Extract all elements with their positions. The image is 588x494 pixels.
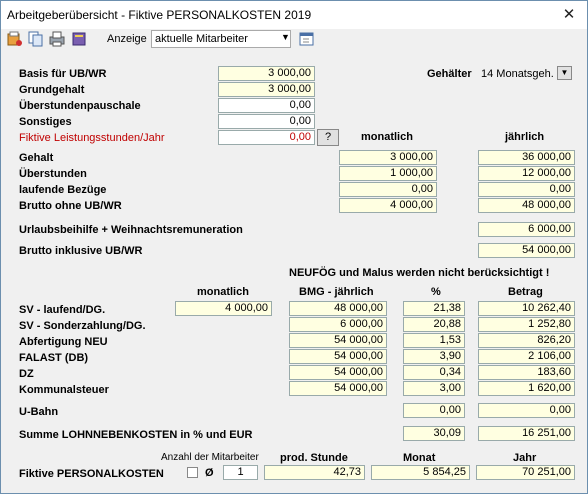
gehalt-monatlich-field: 3 000,00	[339, 150, 437, 165]
basis-field[interactable]: 3 000,00	[218, 66, 315, 81]
brutto-inkl-label: Brutto inklusive UB/WR	[19, 245, 143, 257]
dz-label: DZ	[19, 368, 34, 380]
ubahn-betrag-field: 0,00	[478, 403, 575, 418]
wizard-icon[interactable]	[7, 31, 23, 47]
abfertigung-pct-field: 1,53	[403, 333, 465, 348]
sv-laufend-monatlich-field: 4 000,00	[175, 301, 272, 316]
dz-pct-field: 0,34	[403, 365, 465, 380]
title-bar: Arbeitgeberübersicht - Fiktive PERSONALK…	[1, 1, 587, 29]
ueberstunden-monatlich-field: 1 000,00	[339, 166, 437, 181]
fiktive-personalkosten-label: Fiktive PERSONALKOSTEN	[19, 468, 164, 480]
kommunalsteuer-bmg-field: 54 000,00	[289, 381, 387, 396]
help-button[interactable]: ?	[317, 129, 339, 146]
dz-betrag-field: 183,60	[478, 365, 575, 380]
sv-sonderzahlung-betrag-field: 1 252,80	[478, 317, 575, 332]
nk-col-bmg: BMG - jährlich	[299, 286, 374, 298]
grundgehalt-label: Grundgehalt	[19, 84, 85, 96]
prod-stunde-field: 42,73	[264, 465, 365, 480]
neufoeg-note: NEUFÖG und Malus werden nicht berücksich…	[289, 267, 550, 279]
anzahl-field[interactable]: 1	[223, 465, 258, 480]
laufende-bezuege-row-label: laufende Bezüge	[19, 184, 107, 196]
anzeige-label: Anzeige	[107, 33, 147, 45]
sonstiges-field[interactable]: 0,00	[218, 114, 315, 129]
urlaubsbeihilfe-label: Urlaubsbeihilfe + Weihnachtsremuneration	[19, 224, 243, 236]
monat-label: Monat	[403, 452, 436, 464]
window-settings-icon[interactable]	[299, 31, 315, 47]
summe-betrag-field: 16 251,00	[478, 426, 575, 441]
kommunalsteuer-betrag-field: 1 620,00	[478, 381, 575, 396]
sv-sonderzahlung-label: SV - Sonderzahlung/DG.	[19, 320, 146, 332]
gehalt-col-monatlich: monatlich	[361, 131, 413, 143]
abfertigung-bmg-field: 54 000,00	[289, 333, 387, 348]
falast-bmg-field: 54 000,00	[289, 349, 387, 364]
gehaelter-value: 14 Monatsgeh.	[481, 68, 554, 80]
falast-label: FALAST (DB)	[19, 352, 89, 364]
summe-pct-field: 30,09	[403, 426, 465, 441]
gehalt-row-label: Gehalt	[19, 152, 54, 164]
gehalt-col-jaehrlich: jährlich	[505, 131, 545, 143]
gehaelter-dropdown-button[interactable]: ▼	[557, 66, 572, 80]
ueberstundenpauschale-label: Überstundenpauschale	[19, 100, 141, 112]
abfertigung-label: Abfertigung NEU	[19, 336, 108, 348]
anzeige-select[interactable]: aktuelle Mitarbeiter ▼	[151, 30, 291, 48]
jahr-label: Jahr	[513, 452, 537, 464]
anzeige-select-value: aktuelle Mitarbeiter	[155, 33, 248, 45]
kommunalsteuer-label: Kommunalsteuer	[19, 384, 109, 396]
print-icon[interactable]	[49, 31, 65, 47]
sv-laufend-bmg-field: 48 000,00	[289, 301, 387, 316]
jahr-field: 70 251,00	[476, 465, 575, 480]
nk-col-pct: %	[431, 286, 441, 298]
gehalt-jaehrlich-field: 36 000,00	[478, 150, 575, 165]
sv-laufend-betrag-field: 10 262,40	[478, 301, 575, 316]
dz-bmg-field: 54 000,00	[289, 365, 387, 380]
copy-icon[interactable]	[28, 31, 44, 47]
ueberstunden-jaehrlich-field: 12 000,00	[478, 166, 575, 181]
nk-col-betrag: Betrag	[508, 286, 543, 298]
avg-symbol: Ø	[205, 467, 214, 479]
ubahn-label: U-Bahn	[19, 406, 59, 418]
window-title: Arbeitgeberübersicht - Fiktive PERSONALK…	[7, 8, 312, 22]
monat-field: 5 854,25	[371, 465, 470, 480]
sv-laufend-label: SV - laufend/DG.	[19, 304, 106, 316]
avg-checkbox[interactable]	[187, 467, 198, 478]
fiktive-leistungsstunden-field[interactable]: 0,00	[218, 130, 315, 145]
laufende-bezuege-jaehrlich-field: 0,00	[478, 182, 575, 197]
sonstiges-label: Sonstiges	[19, 116, 72, 128]
fiktive-leistungsstunden-label: Fiktive Leistungsstunden/Jahr	[19, 132, 165, 144]
nk-col-monatlich: monatlich	[197, 286, 249, 298]
summe-label: Summe LOHNNEBENKOSTEN in % und EUR	[19, 429, 253, 441]
chevron-down-icon[interactable]: ▼	[281, 32, 290, 42]
prod-stunde-label: prod. Stunde	[280, 452, 348, 464]
brutto-ohne-row-label: Brutto ohne UB/WR	[19, 200, 122, 212]
close-button[interactable]: ✕	[557, 5, 581, 25]
ueberstundenpauschale-field[interactable]: 0,00	[218, 98, 315, 113]
ubahn-pct-field: 0,00	[403, 403, 465, 418]
urlaubsbeihilfe-field: 6 000,00	[478, 222, 575, 237]
gehaelter-label: Gehälter	[427, 68, 472, 80]
laufende-bezuege-monatlich-field: 0,00	[339, 182, 437, 197]
kommunalsteuer-pct-field: 3,00	[403, 381, 465, 396]
sv-sonderzahlung-bmg-field: 6 000,00	[289, 317, 387, 332]
sv-sonderzahlung-pct-field: 20,88	[403, 317, 465, 332]
book-icon[interactable]	[71, 31, 87, 47]
brutto-inkl-field: 54 000,00	[478, 243, 575, 258]
brutto-ohne-jaehrlich-field: 48 000,00	[478, 198, 575, 213]
basis-label: Basis für UB/WR	[19, 68, 107, 80]
arbeitgeber-window: Arbeitgeberübersicht - Fiktive PERSONALK…	[0, 0, 588, 494]
brutto-ohne-monatlich-field: 4 000,00	[339, 198, 437, 213]
anzahl-label: Anzahl der Mitarbeiter	[161, 452, 259, 463]
falast-pct-field: 3,90	[403, 349, 465, 364]
ueberstunden-row-label: Überstunden	[19, 168, 87, 180]
sv-laufend-pct-field: 21,38	[403, 301, 465, 316]
falast-betrag-field: 2 106,00	[478, 349, 575, 364]
grundgehalt-field[interactable]: 3 000,00	[218, 82, 315, 97]
abfertigung-betrag-field: 826,20	[478, 333, 575, 348]
toolbar: Anzeige aktuelle Mitarbeiter ▼	[1, 29, 587, 51]
